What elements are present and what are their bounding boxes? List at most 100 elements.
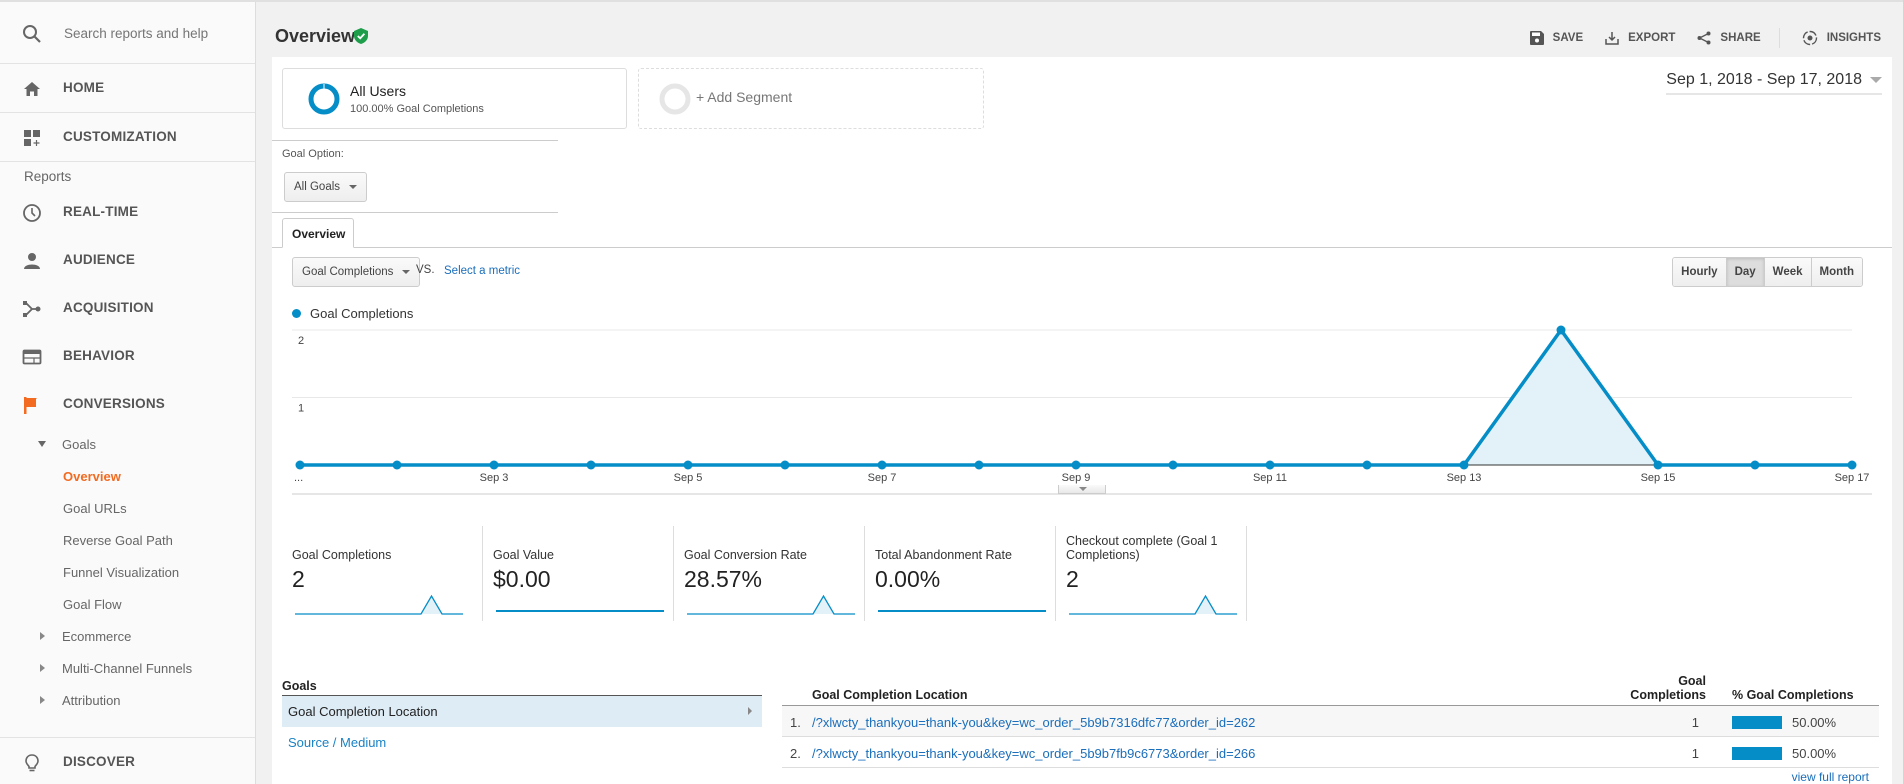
dimension-source-medium[interactable]: Source / Medium [282, 727, 762, 758]
save-icon [1529, 31, 1544, 45]
percentage-bar [1732, 716, 1782, 729]
view-full-report-link[interactable]: view full report [1792, 770, 1869, 784]
sparkline [496, 610, 664, 612]
x-tick-label: Sep 13 [1447, 472, 1482, 484]
sidebar-subitem-label: Goals [62, 437, 96, 452]
sidebar-subitem-attribution[interactable]: Attribution [0, 686, 255, 716]
data-point [780, 460, 790, 470]
scorecard-value: 28.57% [684, 566, 763, 592]
sidebar-subitem-overview[interactable]: Overview [0, 462, 255, 492]
sidebar-subitem-multi-channel-funnels[interactable]: Multi-Channel Funnels [0, 654, 255, 684]
report-panel: All Users 100.00% Goal Completions + Add… [272, 57, 1892, 784]
x-tick-label: Sep 15 [1641, 472, 1676, 484]
sidebar-item-label: BEHAVIOR [63, 348, 135, 363]
column-header-completions[interactable]: Goal Completions [1630, 674, 1706, 702]
page-title: Overview [275, 26, 356, 46]
sidebar-item-behavior[interactable]: BEHAVIOR [0, 332, 255, 380]
dimension-label: Source / Medium [288, 735, 387, 750]
search-icon [23, 25, 41, 43]
sidebar-subitem-ecommerce[interactable]: Ecommerce [0, 622, 255, 652]
sparkline-area [295, 596, 463, 614]
scorecard-title: Goal Completions [292, 548, 392, 562]
customization-icon [24, 130, 40, 146]
lightbulb-icon [25, 754, 39, 772]
save-button[interactable]: SAVE [1529, 31, 1584, 45]
x-tick-label: Sep 17 [1835, 472, 1870, 484]
sidebar-subitem-goal-urls[interactable]: Goal URLs [0, 494, 255, 524]
expand-down-icon [38, 441, 46, 447]
goal-location-link[interactable]: /?xlwcty_thankyou=thank-you&key=wc_order… [812, 746, 1255, 761]
save-label: SAVE [1552, 32, 1584, 44]
data-point [392, 460, 402, 470]
table-row: 2. /?xlwcty_thankyou=thank-you&key=wc_ord… [782, 737, 1879, 768]
sidebar-item-label: CUSTOMIZATION [63, 129, 177, 144]
verified-shield-icon [354, 28, 368, 44]
insights-button[interactable]: INSIGHTS [1802, 30, 1881, 46]
goal-completions-value: 1 [1691, 746, 1699, 761]
sparkline [878, 610, 1046, 612]
dimension-goal-completion-location[interactable]: Goal Completion Location [282, 696, 762, 727]
scorecard-title: Total Abandonment Rate [875, 548, 1012, 562]
row-number: 1. [790, 715, 801, 730]
scorecard-title: Goal Value [493, 548, 554, 562]
x-tick-label: Sep 11 [1253, 472, 1287, 484]
search-placeholder[interactable]: Search reports and help [64, 26, 208, 41]
y-tick-label: 1 [298, 403, 304, 415]
sidebar-subitem-funnel-visualization[interactable]: Funnel Visualization [0, 558, 255, 588]
sidebar-item-conversions[interactable]: CONVERSIONS [0, 380, 255, 428]
scorecard[interactable]: Checkout complete (Goal 1 Completions) 2 [1056, 526, 1247, 621]
sidebar-item-home[interactable]: HOME [0, 64, 255, 113]
sidebar-item-discover[interactable]: DISCOVER [0, 738, 255, 784]
sidebar-item-customization[interactable]: CUSTOMIZATION [0, 113, 255, 162]
search-box[interactable]: Search reports and help [0, 2, 255, 64]
x-tick-label: ... [294, 472, 303, 484]
sidebar-item-audience[interactable]: AUDIENCE [0, 236, 255, 284]
share-icon [1697, 31, 1711, 45]
goal-completions-chart: 1 2... Sep 3 Sep 5 Sep 7 Sep 9 Sep 11 Sep 13 Sep… [292, 325, 1872, 495]
scorecards: Goal Completions 2 Goal Value $0.00 Goal Con… [292, 526, 1247, 621]
export-icon [1605, 32, 1619, 45]
data-point [489, 460, 499, 470]
data-point [1168, 460, 1178, 470]
scorecard-value: $0.00 [493, 566, 551, 592]
column-header-pct[interactable]: % Goal Completions [1732, 688, 1854, 702]
share-label: SHARE [1720, 32, 1761, 44]
sidebar-subitem-label: Ecommerce [62, 629, 132, 644]
sidebar-subitem-goals[interactable]: Goals [0, 430, 255, 460]
sidebar-item-real-time[interactable]: REAL-TIME [0, 188, 255, 236]
percentage-bar [1732, 747, 1782, 760]
scorecard[interactable]: Goal Completions 2 [292, 526, 483, 621]
goal-location-table: Goal Completion Location Goal Completions… [782, 674, 1879, 784]
goal-completions-value: 1 [1691, 715, 1699, 730]
export-button[interactable]: EXPORT [1605, 31, 1675, 45]
sparkline [1069, 594, 1237, 615]
sidebar-item-acquisition[interactable]: ACQUISITION [0, 284, 255, 332]
sidebar-subitem-goal-flow[interactable]: Goal Flow [0, 590, 255, 620]
header-separator [1778, 28, 1780, 48]
chart-collapse-toggle[interactable] [1058, 485, 1106, 494]
scorecard[interactable]: Total Abandonment Rate 0.00% [865, 526, 1056, 621]
percentage-value: 50.00% [1792, 715, 1837, 730]
scorecard-value: 2 [1066, 566, 1079, 592]
sidebar-subitem-label: Funnel Visualization [63, 565, 180, 580]
dimension-label: Goal Completion Location [288, 704, 438, 719]
goals-panel-heading: Goals [282, 679, 317, 693]
scorecard-value: 0.00% [875, 566, 941, 592]
row-number: 2. [790, 746, 801, 761]
scorecard-value: 2 [292, 566, 305, 592]
acquisition-icon [23, 301, 41, 317]
sidebar-subitem-label: Multi-Channel Funnels [62, 661, 193, 676]
sidebar-subitem-reverse-goal-path[interactable]: Reverse Goal Path [0, 526, 255, 556]
sparkline-area [1069, 596, 1237, 614]
share-button[interactable]: SHARE [1697, 31, 1761, 45]
goals-dimension-list: Goal Completion Location Source / Medium [282, 695, 762, 758]
x-tick-label: Sep 9 [1062, 472, 1091, 484]
scorecard[interactable]: Goal Conversion Rate 28.57% [674, 526, 865, 621]
column-header-location[interactable]: Goal Completion Location [812, 688, 968, 702]
sidebar-item-label: AUDIENCE [63, 252, 136, 267]
goal-location-link[interactable]: /?xlwcty_thankyou=thank-you&key=wc_order… [812, 715, 1255, 730]
scorecard[interactable]: Goal Value $0.00 [483, 526, 674, 621]
sparkline [295, 594, 463, 615]
data-point [586, 460, 596, 470]
sidebar-item-label: CONVERSIONS [63, 396, 165, 411]
